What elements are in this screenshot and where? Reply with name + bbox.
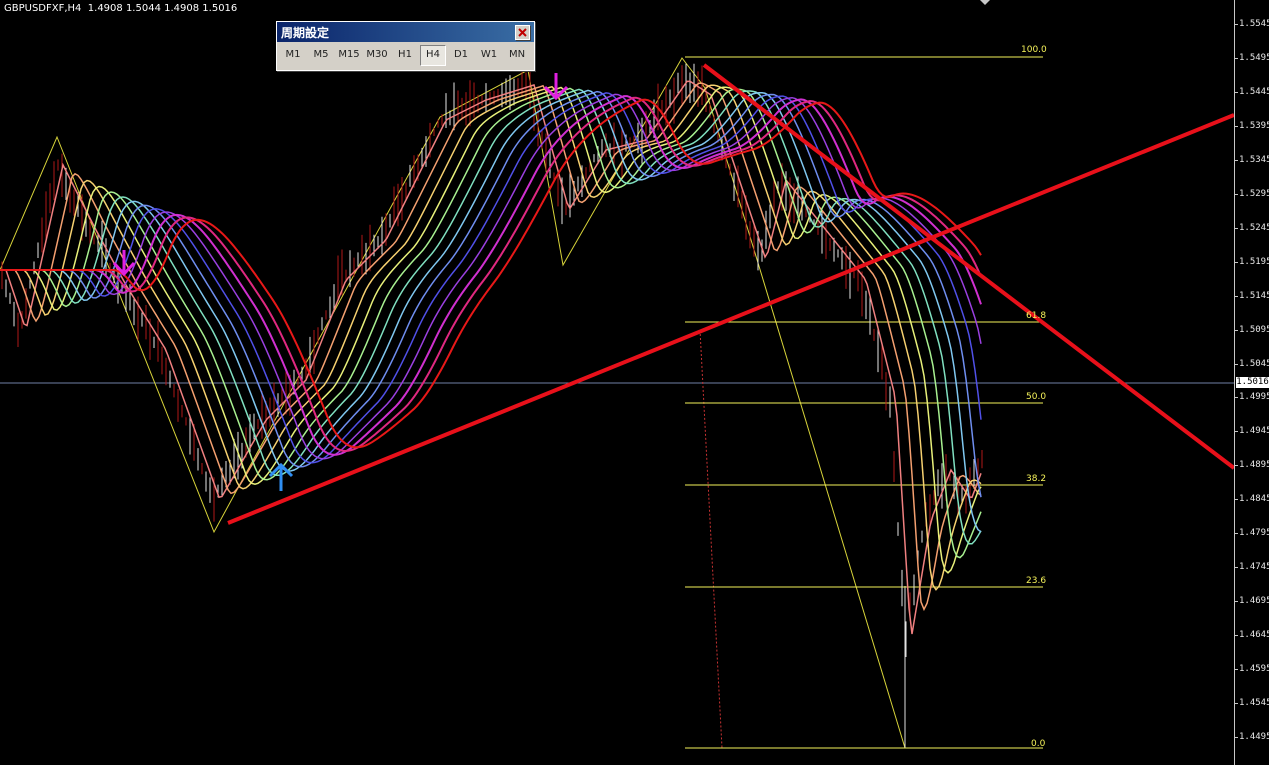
price-tick-mark [1235,737,1238,738]
price-tick-mark [1235,193,1238,195]
price-tick-label: 1.4945 [1239,426,1269,437]
period-window-title: 周期設定 [281,25,330,40]
price-tick-mark [1235,635,1238,637]
price-tick-mark [1235,567,1238,569]
price-tick-label: 1.5145 [1239,290,1269,301]
price-tick-mark [1235,431,1238,433]
fib-label-23-6: 23.6 [1026,576,1047,586]
price-tick-mark [1235,397,1238,399]
price-tick-mark [1235,295,1238,297]
timeframe-button-m5[interactable]: M5 [308,45,334,64]
price-axis[interactable]: 1.5545 1.5495 1.5445 1.5395 1.5345 1.5295 1.52… [1234,0,1269,765]
current-price-badge: 1.5016 [1236,377,1269,388]
timeframe-button-m15[interactable]: M15 [336,45,362,64]
price-tick-mark [1235,465,1238,467]
period-settings-window[interactable]: 周期設定 M1 M5 M15 M30 H1 H4 D1 W1 MN [276,21,535,71]
moving-average-line [0,96,982,453]
price-tick-mark [1235,159,1238,161]
price-tick-label: 1.5345 [1239,154,1269,165]
moving-average-line [0,89,982,533]
price-tick-label: 1.5045 [1239,358,1269,369]
price-tick-label: 1.5195 [1239,256,1269,267]
timeframe-buttons: M1 M5 M15 M30 H1 H4 D1 W1 MN [277,42,534,69]
price-tick-label: 1.4695 [1239,596,1269,607]
timeframe-button-m1[interactable]: M1 [280,45,306,64]
close-button[interactable] [515,24,530,40]
price-tick-label: 1.4895 [1239,460,1269,471]
price-tick-mark [1235,57,1238,59]
fib-label-50: 50.0 [1026,392,1047,402]
price-tick-label: 1.4645 [1239,630,1269,641]
price-tick-mark [1235,329,1238,331]
price-tick-mark [1235,227,1238,229]
price-tick-mark [1235,703,1238,705]
price-tick-label: 1.5495 [1239,52,1269,63]
price-tick-label: 1.4595 [1239,664,1269,675]
price-tick-label: 1.5245 [1239,222,1269,233]
support-trendline[interactable] [227,113,1234,525]
fib-anchor-dotted [699,329,723,749]
moving-average-line [0,98,982,449]
price-tick-mark [1235,261,1238,263]
price-tick-mark [1235,24,1238,25]
price-tick-label: 1.4795 [1239,528,1269,539]
period-window-titlebar[interactable]: 周期設定 [277,22,534,42]
moving-average-line [0,88,982,545]
price-tick-label: 1.5095 [1239,324,1269,335]
price-tick-mark [1235,499,1238,501]
symbol-info: GBPUSDFXF,H4 1.4908 1.5044 1.4908 1.5016 [4,3,238,14]
timeframe-button-mn[interactable]: MN [504,45,530,64]
price-tick-label: 1.4995 [1239,392,1269,403]
moving-average-line [0,87,982,559]
price-tick-label: 1.4495 [1239,732,1269,742]
timeframe-button-w1[interactable]: W1 [476,45,502,64]
timeframe-button-d1[interactable]: D1 [448,45,474,64]
close-icon [518,27,527,37]
fib-label-100: 100.0 [1021,45,1047,55]
price-tick-label: 1.5445 [1239,86,1269,97]
price-tick-mark [1235,125,1238,127]
price-tick-label: 1.4745 [1239,562,1269,573]
price-chart[interactable]: GBPUSDFXF,H4 1.4908 1.5044 1.4908 1.5016… [0,0,1234,765]
price-tick-label: 1.5545 [1239,19,1269,29]
timeframe-button-m30[interactable]: M30 [364,45,390,64]
fib-label-61-8: 61.8 [1026,311,1047,321]
fib-label-38-2: 38.2 [1026,474,1047,484]
price-tick-label: 1.5395 [1239,120,1269,131]
price-tick-mark [1235,669,1238,671]
moving-average-line [0,86,982,574]
chart-canvas[interactable] [0,0,1234,765]
price-tick-label: 1.4545 [1239,698,1269,709]
price-tick-mark [1235,91,1238,93]
scroll-marker-icon [980,0,990,5]
candlestick-series [1,63,983,658]
timeframe-button-h1[interactable]: H1 [392,45,418,64]
price-tick-mark [1235,533,1238,535]
price-tick-label: 1.5295 [1239,188,1269,199]
price-tick-label: 1.4845 [1239,494,1269,505]
price-tick-mark [1235,363,1238,365]
timeframe-button-h4[interactable]: H4 [420,45,446,66]
price-tick-mark [1235,601,1238,603]
moving-average-line [0,90,982,498]
fib-label-0: 0.0 [1031,739,1046,749]
